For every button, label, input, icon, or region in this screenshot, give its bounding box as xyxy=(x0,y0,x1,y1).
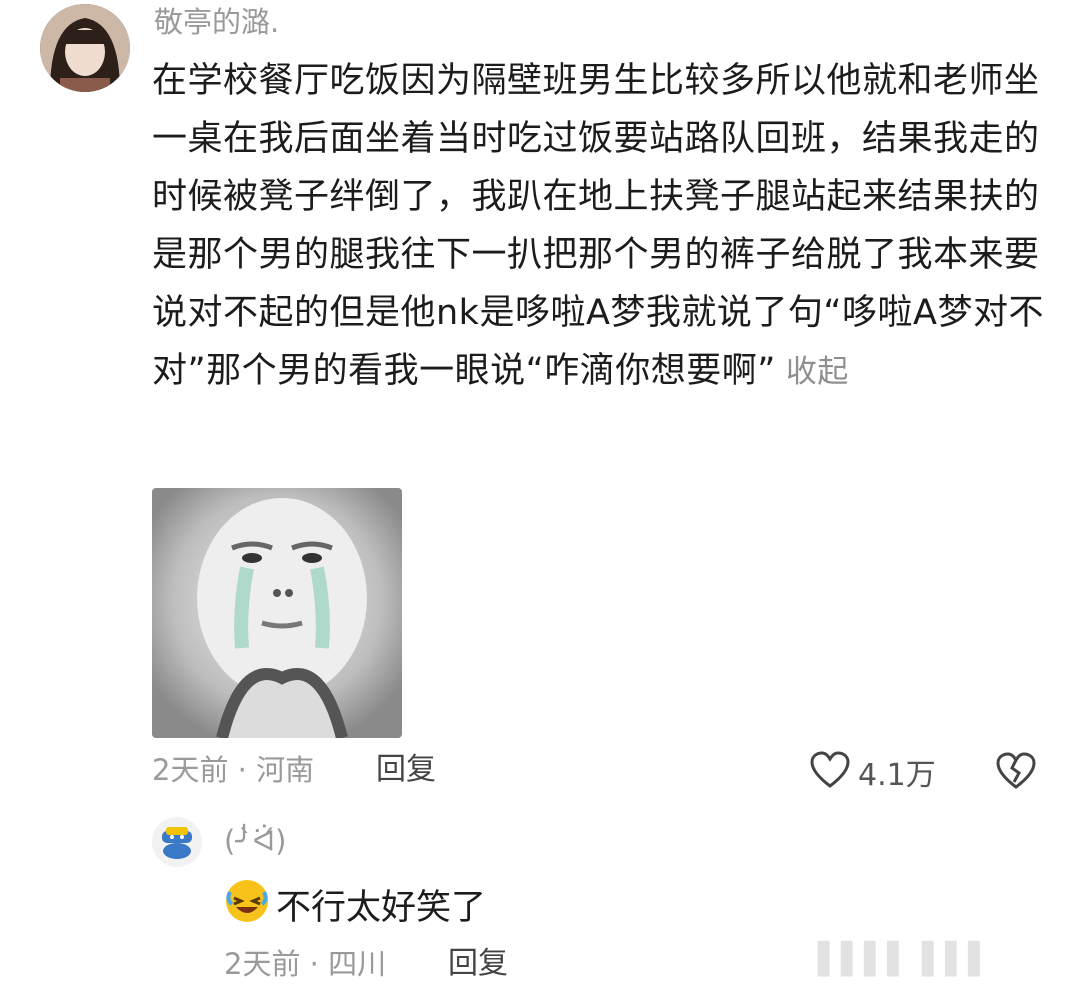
like-count: 4.1万 xyxy=(858,758,936,793)
reply-button[interactable]: 回复 xyxy=(376,750,436,790)
meme-sticker-image[interactable] xyxy=(152,488,402,738)
heart-icon[interactable] xyxy=(810,751,850,793)
reply-avatar[interactable] xyxy=(152,817,202,867)
watermark: ▌▌▌▌▐▐▐ xyxy=(818,942,980,977)
dislike-button[interactable] xyxy=(996,752,1036,794)
rolling-laughing-emoji xyxy=(224,878,270,938)
broken-heart-icon[interactable] xyxy=(996,752,1036,794)
reply-username[interactable]: (╯̀ᐛ́) xyxy=(224,822,286,860)
comment-username[interactable]: 敬亭的潞. xyxy=(154,4,279,40)
reply-text: 不行太好笑了 xyxy=(224,878,486,938)
collapse-link[interactable]: 收起 xyxy=(786,354,849,390)
comment-meta: 2天前 · 河南 xyxy=(152,753,315,787)
reply-reply-button[interactable]: 回复 xyxy=(448,944,508,984)
comment-text: 在学校餐厅吃饭因为隔壁班男生比较多所以他就和老师坐一桌在我后面坐着当时吃过饭要站… xyxy=(152,52,1052,401)
user-avatar[interactable] xyxy=(40,4,130,92)
comment-body: 在学校餐厅吃饭因为隔壁班男生比较多所以他就和老师坐一桌在我后面坐着当时吃过饭要站… xyxy=(152,61,1044,391)
reply-body: 不行太好笑了 xyxy=(276,888,487,928)
reply-meta: 2天前 · 四川 xyxy=(224,947,387,981)
like-button[interactable]: 4.1万 xyxy=(810,750,936,794)
